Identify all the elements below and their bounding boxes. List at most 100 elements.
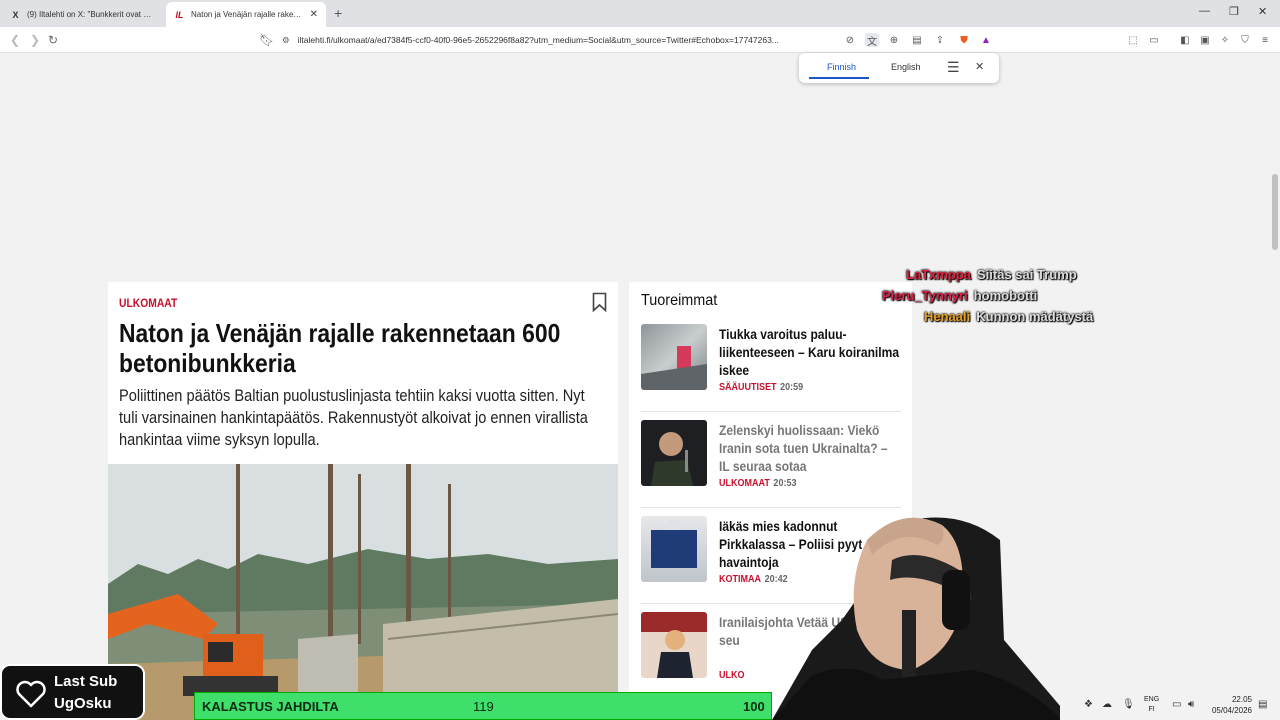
tab-iltalehti-x[interactable]: X (9) Iltalehti on X: "Bunkkerit ovat va… — [2, 2, 160, 27]
news-meta: SÄÄUUTISET 20:59 — [719, 382, 803, 393]
leo-icon[interactable]: ✧ — [1218, 33, 1232, 47]
onedrive-icon[interactable]: ☁ — [1102, 699, 1112, 710]
new-tab-icon[interactable]: + — [334, 5, 342, 21]
zoom-icon[interactable]: ⊕ — [887, 33, 901, 47]
input-language-line2: FI — [1148, 706, 1155, 713]
site-info-icon[interactable]: ⚙ — [282, 35, 290, 46]
last-sub-widget: Last Sub UgOsku — [0, 664, 145, 720]
streamer-webcam — [772, 500, 1072, 720]
news-item[interactable]: Zelenskyi huolissaan: Viekö Iranin sota … — [641, 420, 901, 508]
tab-bar: X (9) Iltalehti on X: "Bunkkerit ovat va… — [0, 0, 1280, 27]
article-headline[interactable]: Naton ja Venäjän rajalle rakennetaan 600… — [119, 318, 599, 378]
last-sub-label: Last Sub — [54, 673, 118, 690]
volume-icon[interactable]: 🔊︎ — [1188, 699, 1194, 710]
restore-icon[interactable]: ❐ — [1229, 5, 1239, 18]
tab-title: Naton ja Venäjän rajalle rakenne... — [191, 10, 304, 19]
lang-option-finnish[interactable]: Finnish — [827, 62, 856, 72]
tab-article[interactable]: IL Naton ja Venäjän rajalle rakenne... ✕ — [166, 2, 326, 27]
news-headline[interactable]: Tiukka varoitus paluu-liikenteeseen – Ka… — [719, 325, 900, 379]
microphone-icon[interactable]: 🎙︎ — [1122, 699, 1135, 710]
news-meta: ULKO — [719, 670, 745, 681]
input-language-line1: ENG — [1144, 696, 1160, 703]
article-lead: Poliittinen päätös Baltian puolustuslinj… — [119, 386, 588, 449]
notification-icon[interactable]: ▤ — [1258, 699, 1267, 710]
translate-options-icon[interactable]: ☰ — [947, 59, 960, 76]
clock-date: 05/04/2026 — [1211, 706, 1252, 715]
forward-icon[interactable]: ❯ — [30, 33, 40, 47]
article-card[interactable]: ULKOMAAT Naton ja Venäjän rajalle rakenn… — [108, 282, 618, 720]
close-tab-icon[interactable]: ✕ — [310, 9, 318, 20]
web-page: ULKOMAAT Naton ja Venäjän rajalle rakenn… — [0, 54, 1280, 720]
selected-language-underline — [809, 77, 869, 79]
tab-title: (9) Iltalehti on X: "Bunkkerit ovat vai.… — [27, 10, 152, 19]
news-time: 20:53 — [773, 478, 797, 489]
news-thumbnail — [641, 516, 707, 582]
news-category[interactable]: KOTIMAA — [719, 574, 761, 585]
news-category[interactable]: SÄÄUUTISET — [719, 382, 777, 393]
screen: X (9) Iltalehti on X: "Bunkkerit ovat va… — [0, 0, 1280, 720]
save-article-icon[interactable] — [592, 292, 607, 312]
chat-message: Pieru_Tynnyri homobotti — [882, 288, 1037, 303]
news-thumbnail — [641, 324, 707, 390]
x-logo-icon: X — [12, 9, 19, 20]
kalastus-value-2: 100 — [743, 699, 765, 714]
address-bar[interactable]: ⚙ iltalehti.fi/ulkomaat/a/ed7384f5-ccf0-… — [282, 30, 842, 50]
chat-username: Henaali — [924, 309, 971, 324]
menu-icon[interactable]: ≡ — [1258, 33, 1272, 47]
bunker-construction-photo — [108, 464, 618, 720]
bookmark-icon[interactable]: 🔖︎ — [259, 33, 274, 47]
reader-icon[interactable]: ▤ — [910, 33, 924, 47]
tracking-icon[interactable]: ⊘ — [843, 33, 857, 47]
page-scrollbar[interactable] — [1270, 114, 1280, 720]
toolbar: ❮ ❯ ↻ 🔖︎ ⚙ iltalehti.fi/ulkomaat/a/ed738… — [0, 27, 1280, 53]
vpn-icon[interactable]: ⛉ — [1238, 33, 1252, 47]
news-meta: ULKOMAAT 20:53 — [719, 478, 796, 489]
news-thumbnail — [641, 612, 707, 678]
minimize-icon[interactable]: — — [1199, 5, 1210, 17]
back-icon[interactable]: ❮ — [10, 33, 20, 47]
system-tray: ❖ ☁ 🎙︎ ENG FI ▭ 🔊︎ 22.05 05/04/2026 ▤ — [1060, 690, 1280, 720]
translate-popup: Finnish English ☰ ✕ — [799, 53, 999, 83]
news-category[interactable]: ULKOMAAT — [719, 478, 770, 489]
sidebar-icon[interactable]: ◧ — [1178, 33, 1192, 47]
news-headline[interactable]: Zelenskyi huolissaan: Viekö Iranin sota … — [719, 421, 900, 475]
sidebar-title: Tuoreimmat — [641, 292, 718, 309]
wallet-icon[interactable]: ▣ — [1198, 33, 1212, 47]
rewards-icon[interactable]: ▲ — [979, 33, 993, 47]
tabs-search-icon[interactable]: ▭ — [1147, 33, 1161, 47]
iltalehti-logo-icon: IL — [175, 9, 184, 20]
translate-icon[interactable]: 文 — [865, 33, 879, 48]
kalastus-title: KALASTUS JAHDILTA — [202, 699, 339, 714]
article-hero-image[interactable] — [108, 464, 618, 720]
chat-username: LaTxmppa — [906, 267, 972, 282]
dropbox-icon[interactable]: ❖ — [1084, 699, 1093, 710]
reload-icon[interactable]: ↻ — [48, 33, 58, 47]
clock-time: 22.05 — [1231, 695, 1252, 704]
article-category[interactable]: ULKOMAAT — [119, 296, 177, 310]
close-window-icon[interactable]: ✕ — [1258, 5, 1267, 18]
input-language[interactable]: ENG FI — [1144, 695, 1159, 715]
lang-option-english[interactable]: English — [891, 62, 921, 72]
close-popup-icon[interactable]: ✕ — [975, 60, 984, 73]
heart-icon — [16, 680, 46, 708]
last-sub-name: UgOsku — [54, 695, 112, 712]
clock[interactable]: 22.05 05/04/2026 — [1208, 694, 1252, 716]
scrollbar-thumb[interactable] — [1272, 174, 1278, 250]
chat-text: homobotti — [973, 288, 1038, 303]
news-item[interactable]: Tiukka varoitus paluu-liikenteeseen – Ka… — [641, 324, 901, 412]
kalastus-value-1: 119 — [473, 699, 494, 714]
chat-text: Siitäs sai Trump — [977, 267, 1077, 282]
network-icon[interactable]: ▭ — [1172, 699, 1181, 710]
share-icon[interactable]: ⇪ — [933, 33, 947, 47]
extensions-icon[interactable]: ⬚ — [1126, 33, 1140, 47]
url-text: iltalehti.fi/ulkomaat/a/ed7384f5-ccf0-40… — [297, 35, 779, 45]
news-time: 20:59 — [780, 382, 804, 393]
brave-shield-icon[interactable]: ⛊ — [957, 33, 971, 47]
chat-message: LaTxmppa Siitäs sai Trump — [906, 267, 1077, 282]
chat-message: Henaali Kunnon mädätystä — [924, 309, 1093, 324]
kalastus-bar: KALASTUS JAHDILTA 119 100 — [194, 692, 772, 720]
chat-username: Pieru_Tynnyri — [882, 288, 968, 303]
chat-text: Kunnon mädätystä — [976, 309, 1094, 324]
news-category[interactable]: ULKO — [719, 670, 745, 681]
news-thumbnail — [641, 420, 707, 486]
